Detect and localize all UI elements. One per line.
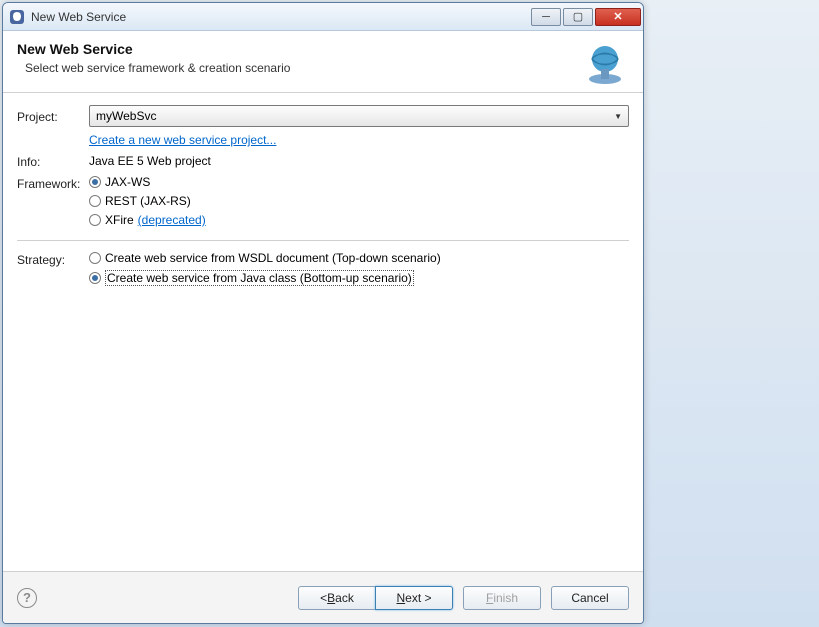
web-service-icon (581, 41, 629, 89)
framework-option-label: REST (JAX-RS) (105, 194, 191, 208)
strategy-option-bottomup[interactable]: Create web service from Java class (Bott… (89, 270, 629, 286)
header-title: New Web Service (17, 41, 581, 57)
framework-option-label: JAX-WS (105, 175, 150, 189)
radio-icon (89, 252, 101, 264)
header-subtitle: Select web service framework & creation … (17, 61, 581, 75)
chevron-down-icon: ▼ (614, 112, 622, 121)
framework-option-xfire[interactable]: XFire (deprecated) (89, 213, 629, 227)
create-project-link[interactable]: Create a new web service project... (89, 133, 276, 147)
framework-option-rest[interactable]: REST (JAX-RS) (89, 194, 629, 208)
radio-icon (89, 272, 101, 284)
dialog-header: New Web Service Select web service frame… (3, 31, 643, 93)
radio-icon (89, 195, 101, 207)
info-value: Java EE 5 Web project (89, 154, 629, 168)
strategy-option-label: Create web service from Java class (Bott… (105, 270, 414, 286)
project-label: Project: (17, 108, 89, 124)
info-label: Info: (17, 153, 89, 169)
project-dropdown[interactable]: myWebSvc ▼ (89, 105, 629, 127)
back-button[interactable]: < Back (298, 586, 376, 610)
next-button[interactable]: Next > (375, 586, 453, 610)
app-icon (9, 9, 25, 25)
strategy-option-topdown[interactable]: Create web service from WSDL document (T… (89, 251, 629, 265)
minimize-button[interactable]: ─ (531, 8, 561, 26)
close-button[interactable]: ✕ (595, 8, 641, 26)
deprecated-link[interactable]: (deprecated) (138, 213, 206, 227)
strategy-label: Strategy: (17, 251, 89, 267)
dialog-footer: ? < Back Next > Finish Cancel (3, 571, 643, 623)
radio-icon (89, 214, 101, 226)
finish-button[interactable]: Finish (463, 586, 541, 610)
framework-option-label: XFire (105, 213, 134, 227)
framework-option-jaxws[interactable]: JAX-WS (89, 175, 629, 189)
divider (17, 240, 629, 241)
strategy-option-label: Create web service from WSDL document (T… (105, 251, 441, 265)
titlebar[interactable]: New Web Service ─ ▢ ✕ (3, 3, 643, 31)
maximize-button[interactable]: ▢ (563, 8, 593, 26)
cancel-button[interactable]: Cancel (551, 586, 629, 610)
titlebar-title: New Web Service (31, 10, 531, 24)
help-icon[interactable]: ? (17, 588, 37, 608)
dialog-window: New Web Service ─ ▢ ✕ New Web Service Se… (2, 2, 644, 624)
radio-icon (89, 176, 101, 188)
project-dropdown-value: myWebSvc (96, 109, 156, 123)
framework-label: Framework: (17, 175, 89, 191)
